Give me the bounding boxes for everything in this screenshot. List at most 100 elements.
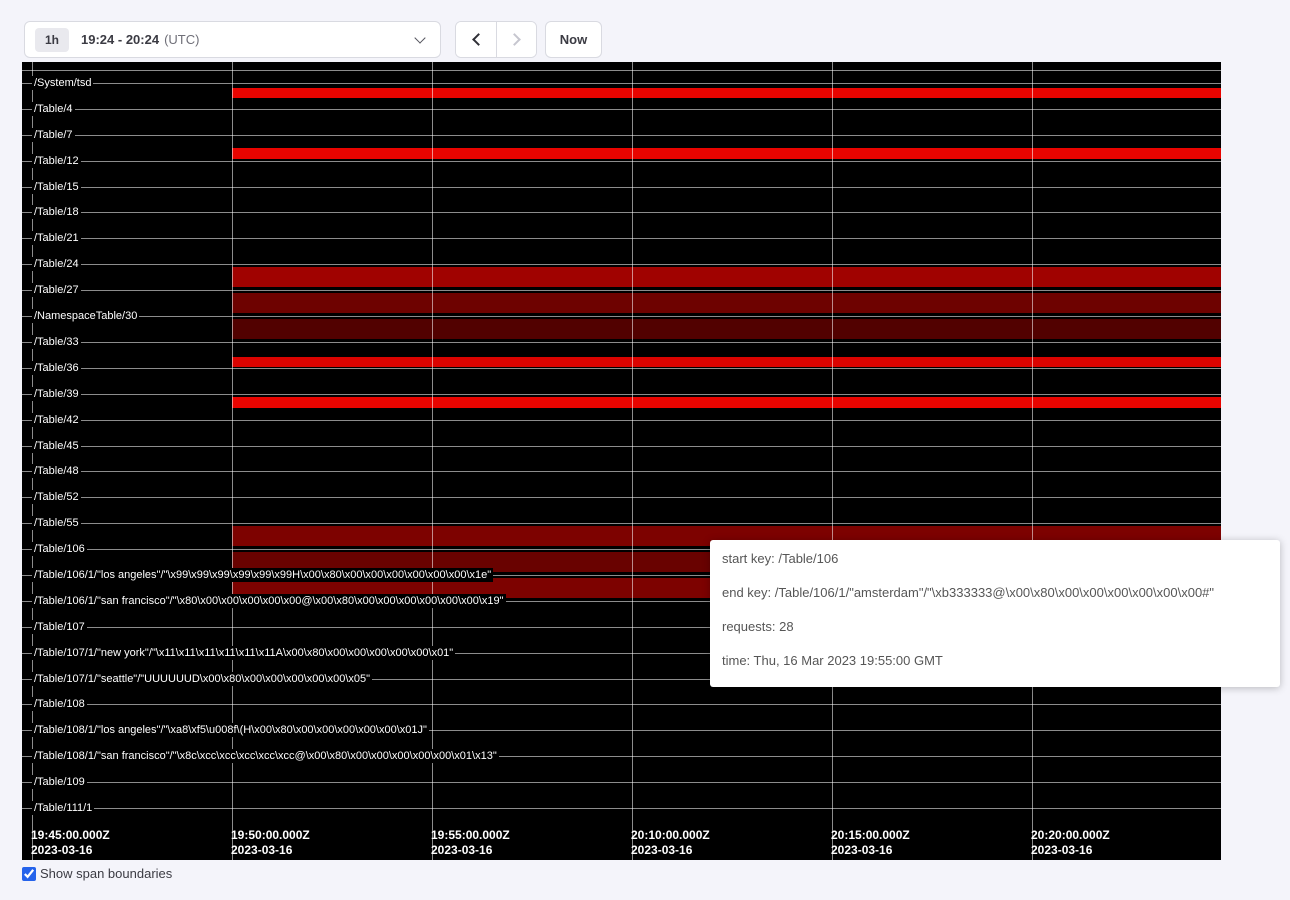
row-label: /Table/108/1/"san francisco"/"\x8c\xcc\x…: [32, 749, 499, 763]
span-boundary-line: [22, 471, 1221, 472]
row-label: /Table/33: [32, 335, 81, 349]
time-gridline: [632, 62, 633, 860]
span-boundary-line: [22, 135, 1221, 136]
x-axis-time-label: 19:50:00.000Z: [231, 828, 310, 843]
x-axis-time-label: 19:55:00.000Z: [431, 828, 510, 843]
span-boundary-line: [22, 497, 1221, 498]
row-label: /NamespaceTable/30: [32, 309, 139, 323]
heat-band: [232, 357, 1221, 367]
span-tooltip: start key: /Table/106 end key: /Table/10…: [710, 540, 1280, 687]
row-label: /Table/39: [32, 387, 81, 401]
row-label: /Table/108: [32, 697, 87, 711]
span-boundary-line: [22, 782, 1221, 783]
x-axis-date-label: 2023-03-16: [431, 843, 510, 858]
row-label: /Table/106/1/"los angeles"/"\x99\x99\x99…: [32, 568, 493, 582]
span-boundary-line: [22, 808, 1221, 809]
heat-band: [232, 293, 1221, 313]
row-label: /Table/108/1/"los angeles"/"\xa8\xf5\u00…: [32, 723, 429, 737]
chevron-left-icon: [472, 33, 485, 46]
span-boundary-line: [22, 212, 1221, 213]
time-gridline: [832, 62, 833, 860]
x-axis-date-label: 2023-03-16: [1031, 843, 1110, 858]
x-axis-time-label: 19:45:00.000Z: [31, 828, 110, 843]
row-label: /Table/36: [32, 361, 81, 375]
span-boundary-line: [22, 264, 1221, 265]
x-axis-time-label: 20:20:00.000Z: [1031, 828, 1110, 843]
row-label: /Table/107/1/"new york"/"\x11\x11\x11\x1…: [32, 646, 455, 660]
x-axis-time-label: 20:15:00.000Z: [831, 828, 910, 843]
row-label: /Table/15: [32, 180, 81, 194]
row-label: /Table/27: [32, 283, 81, 297]
row-label: /Table/21: [32, 231, 81, 245]
row-label: /Table/106/1/"san francisco"/"\x80\x00\x…: [32, 594, 506, 608]
span-boundary-line: [22, 187, 1221, 188]
heat-band: [232, 319, 1221, 339]
row-label: /Table/42: [32, 413, 81, 427]
row-label: /Table/109: [32, 775, 87, 789]
span-boundary-line: [22, 238, 1221, 239]
time-pager: [455, 21, 537, 58]
time-range-select[interactable]: 1h 19:24 - 20:24 (UTC): [24, 21, 441, 58]
time-gridline: [1032, 62, 1033, 860]
x-axis-date-label: 2023-03-16: [31, 843, 110, 858]
span-boundary-line: [22, 290, 1221, 291]
footer: Show span boundaries: [22, 866, 172, 881]
heat-band: [232, 88, 1221, 98]
span-boundary-line: [22, 523, 1221, 524]
key-visualizer-canvas[interactable]: 19:45:00.000Z2023-03-1619:50:00.000Z2023…: [22, 62, 1221, 860]
chevron-down-icon: [414, 32, 425, 43]
span-boundary-line: [22, 368, 1221, 369]
heat-band: [232, 267, 1221, 287]
next-time-button[interactable]: [496, 22, 536, 57]
heat-band: [232, 397, 1221, 408]
x-axis-tick: 19:50:00.000Z2023-03-16: [231, 828, 310, 858]
row-label: /Table/45: [32, 439, 81, 453]
tooltip-start-key: start key: /Table/106: [722, 551, 1268, 567]
span-boundary-line: [22, 70, 1221, 71]
row-label: /Table/106: [32, 542, 87, 556]
row-label: /System/tsd: [32, 76, 93, 90]
row-label: /Table/7: [32, 128, 75, 142]
row-label: /Table/55: [32, 516, 81, 530]
row-label: /Table/4: [32, 102, 75, 116]
now-button[interactable]: Now: [545, 21, 602, 58]
row-label: /Table/107: [32, 620, 87, 634]
row-label: /Table/18: [32, 205, 81, 219]
span-boundary-line: [22, 394, 1221, 395]
span-boundary-line: [22, 342, 1221, 343]
span-boundary-line: [22, 83, 1221, 84]
x-axis-time-label: 20:10:00.000Z: [631, 828, 710, 843]
row-label: /Table/107/1/"seattle"/"UUUUUUD\x00\x80\…: [32, 672, 372, 686]
span-boundary-line: [22, 161, 1221, 162]
timezone-text: (UTC): [164, 32, 199, 47]
x-axis-tick: 20:10:00.000Z2023-03-16: [631, 828, 710, 858]
time-gridline: [232, 62, 233, 860]
tooltip-time: time: Thu, 16 Mar 2023 19:55:00 GMT: [722, 653, 1268, 669]
time-gridline: [432, 62, 433, 860]
tooltip-end-key: end key: /Table/106/1/"amsterdam"/"\xb33…: [722, 585, 1268, 601]
span-boundary-line: [22, 704, 1221, 705]
show-span-boundaries-checkbox[interactable]: [22, 867, 36, 881]
span-boundary-line: [22, 316, 1221, 317]
row-label: /Table/12: [32, 154, 81, 168]
show-span-boundaries-label: Show span boundaries: [40, 866, 172, 881]
x-axis-date-label: 2023-03-16: [231, 843, 310, 858]
span-boundary-line: [22, 446, 1221, 447]
time-range-text: 19:24 - 20:24: [81, 32, 159, 47]
row-label: /Table/24: [32, 257, 81, 271]
span-boundary-line: [22, 420, 1221, 421]
duration-badge: 1h: [35, 28, 69, 52]
chevron-right-icon: [508, 33, 521, 46]
row-label: /Table/111/1: [32, 801, 94, 815]
row-label: /Table/52: [32, 490, 81, 504]
x-axis-tick: 19:45:00.000Z2023-03-16: [31, 828, 110, 858]
x-axis-date-label: 2023-03-16: [831, 843, 910, 858]
x-axis-tick: 19:55:00.000Z2023-03-16: [431, 828, 510, 858]
x-axis-date-label: 2023-03-16: [631, 843, 710, 858]
x-axis-tick: 20:15:00.000Z2023-03-16: [831, 828, 910, 858]
tooltip-requests: requests: 28: [722, 619, 1268, 635]
heat-band: [232, 148, 1221, 159]
span-boundary-line: [22, 109, 1221, 110]
row-label: /Table/48: [32, 464, 81, 478]
prev-time-button[interactable]: [456, 22, 496, 57]
